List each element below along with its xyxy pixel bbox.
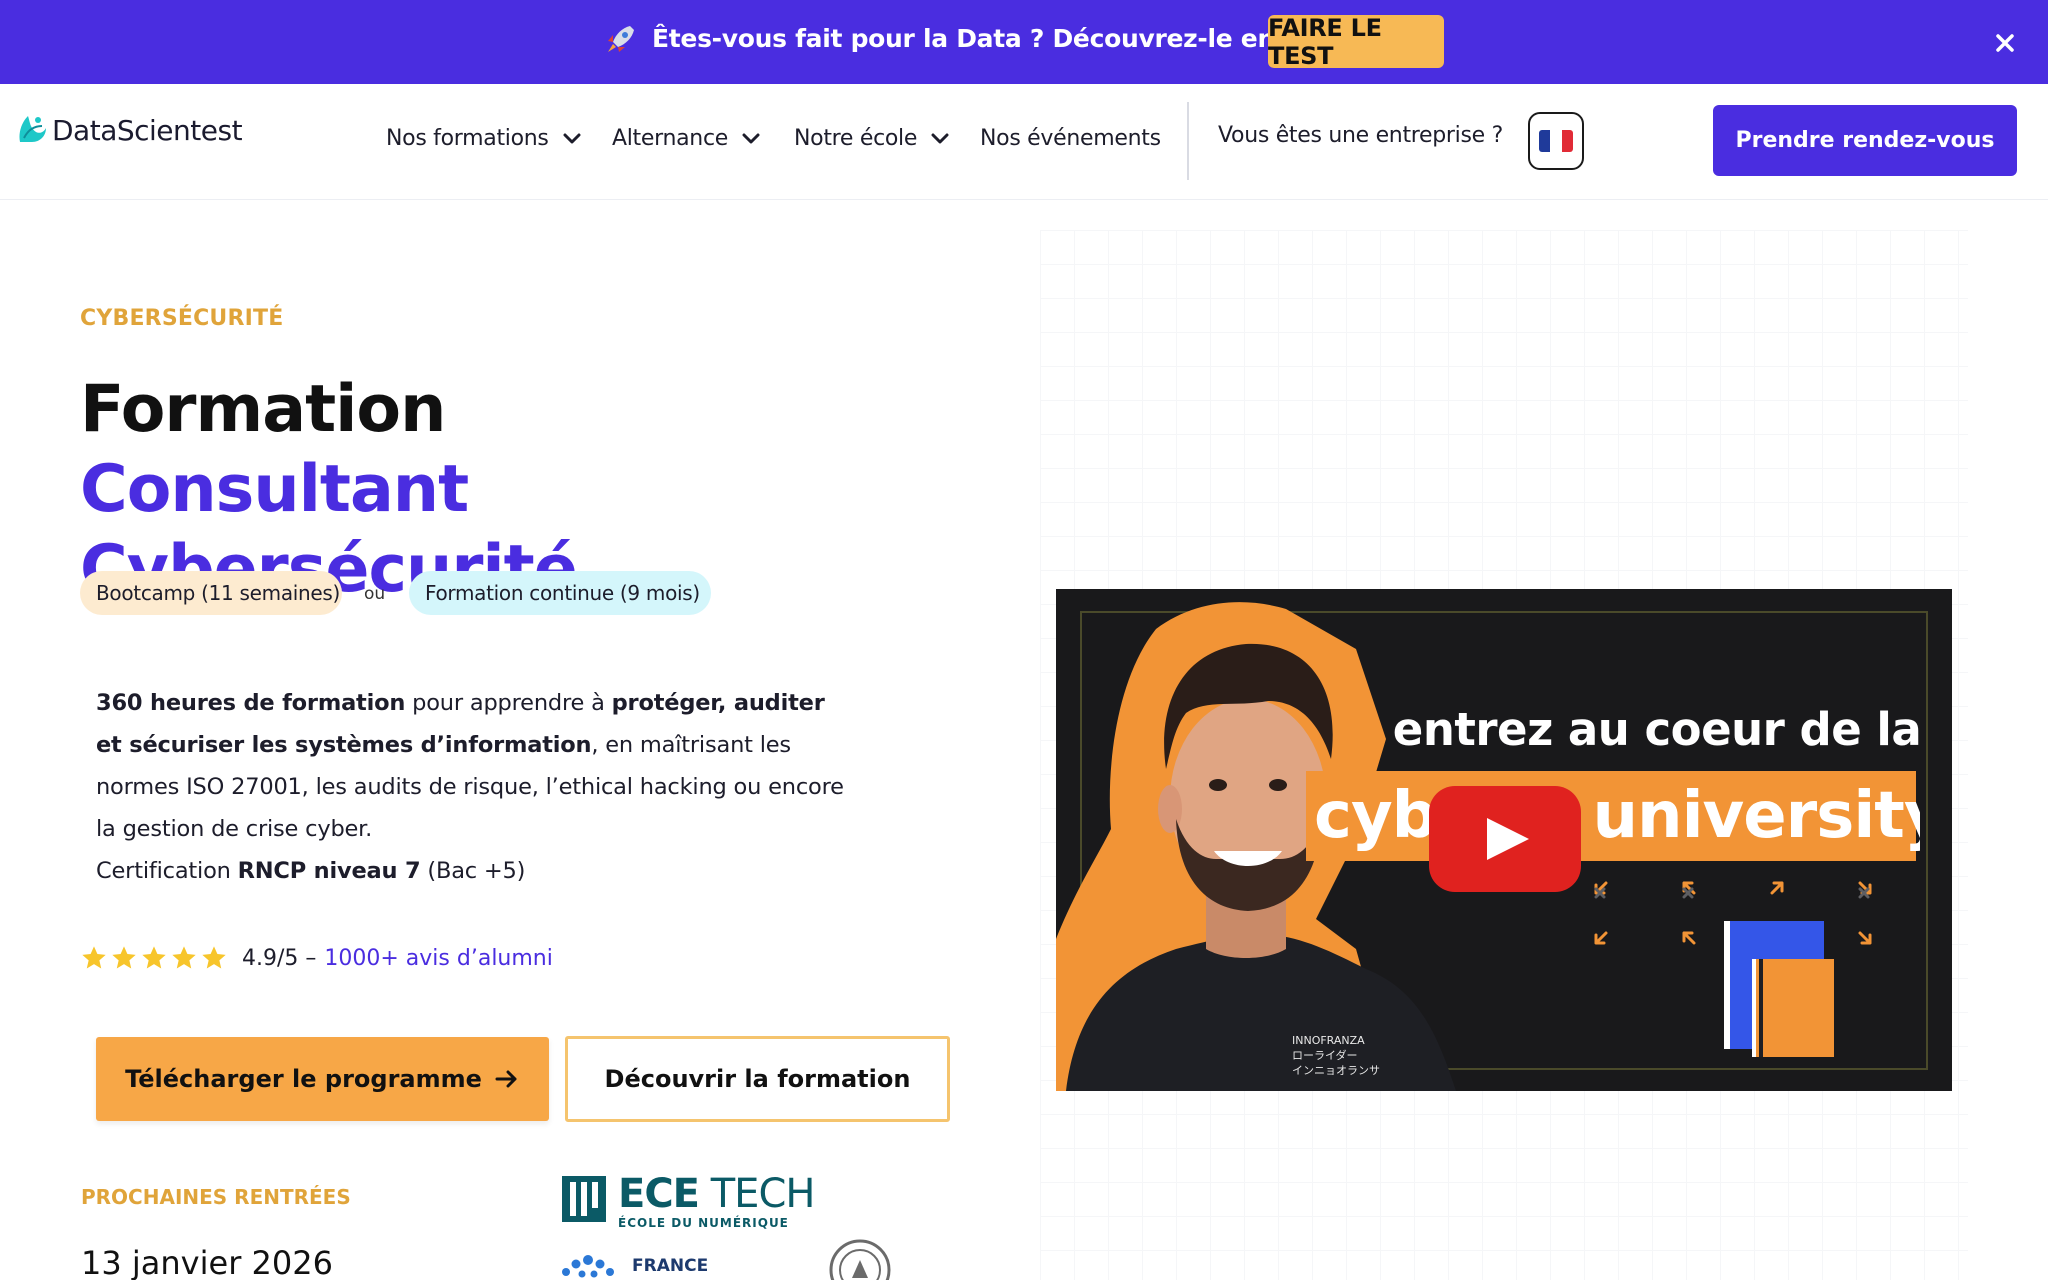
ece-logo-icon [562, 1176, 606, 1222]
nav-alternance[interactable]: Alternance [612, 126, 760, 151]
site-logo[interactable]: DataScientest [14, 110, 243, 150]
rating-row: 4.9/5 – 1000+ avis d’alumni [80, 944, 553, 972]
chevron-down-icon [563, 133, 581, 143]
svg-text:インニョオランサ: インニョオランサ [1292, 1064, 1380, 1077]
take-test-button[interactable]: FAIRE LE TEST [1268, 14, 1444, 70]
svg-text:INNOFRANZA: INNOFRANZA [1292, 1034, 1365, 1047]
star-icon [172, 946, 196, 969]
ece-subtitle: ÉCOLE DU NUMÉRIQUE [618, 1216, 789, 1230]
nav-formations[interactable]: Nos formations [386, 126, 581, 151]
certification-seal-icon [829, 1239, 891, 1280]
star-icon [82, 946, 106, 969]
nav-label: Nos événements [980, 126, 1161, 151]
bootcamp-pill: Bootcamp (11 semaines) [80, 571, 342, 615]
nav-label: Notre école [794, 126, 918, 151]
book-appointment-button[interactable]: Prendre rendez-vous [1713, 105, 2017, 176]
promo-banner: Êtes-vous fait pour la Data ? Découvrez-… [0, 0, 2048, 84]
logo-text: DataScientest [52, 113, 243, 147]
chevron-down-icon [742, 133, 760, 143]
nav-divider [1187, 102, 1189, 180]
nav-label: Alternance [612, 126, 728, 151]
desc-text: pour apprendre à [405, 690, 612, 716]
arrow-right-icon [495, 1070, 517, 1088]
download-program-button[interactable]: Télécharger le programme [96, 1037, 549, 1121]
pill-separator: ou [364, 584, 386, 604]
france-competences-logo: FRANCE [560, 1252, 708, 1280]
continuing-education-pill: Formation continue (9 mois) [409, 571, 711, 615]
title-accent: Consultant [80, 452, 469, 527]
category-eyebrow: CYBERSÉCURITÉ [80, 306, 284, 331]
nav-ecole[interactable]: Notre école [794, 126, 949, 151]
reviews-link[interactable]: 1000+ avis d’alumni [324, 946, 552, 971]
chevron-down-icon [931, 133, 949, 143]
language-selector[interactable] [1528, 112, 1584, 170]
svg-text:ローライダー: ローライダー [1292, 1048, 1358, 1062]
rating-score: 4.9/5 – [242, 945, 317, 971]
ece-tech-logo: ECE TECH ÉCOLE DU NUMÉRIQUE [560, 1171, 816, 1230]
ece-title: ECE [618, 1171, 700, 1217]
desc-bold: 360 heures de formation [96, 690, 406, 716]
rating-stars [80, 944, 230, 972]
discover-formation-button[interactable]: Découvrir la formation [565, 1036, 950, 1122]
rocket-icon [608, 26, 634, 52]
dots-logo-icon [562, 1255, 614, 1278]
video-subheadline-end: university [1592, 779, 1920, 853]
desc-text: (Bac +5) [420, 858, 526, 884]
title-part: Formation [80, 372, 446, 447]
formation-description: 360 heures de formation pour apprendre à… [96, 682, 856, 892]
download-label: Télécharger le programme [125, 1065, 482, 1093]
desc-text: Certification [96, 858, 238, 884]
french-flag-icon [1539, 130, 1573, 152]
video-player[interactable]: INNOFRANZA ローライダー インニョオランサ entrez au coe… [1056, 589, 1952, 1091]
site-header: DataScientest Nos formations Alternance … [0, 84, 2048, 200]
play-icon[interactable] [1429, 786, 1581, 892]
star-icon [112, 946, 136, 969]
close-icon[interactable] [1988, 26, 2022, 60]
entreprise-link[interactable]: Vous êtes une entreprise ? [1218, 123, 1503, 148]
next-session-date: 13 janvier 2026 [81, 1244, 333, 1280]
star-icon [142, 946, 166, 969]
desc-bold: RNCP niveau 7 [237, 858, 421, 884]
nav-label: Nos formations [386, 126, 549, 151]
promo-text: Êtes-vous fait pour la Data ? Découvrez-… [652, 24, 1361, 53]
nav-evenements[interactable]: Nos événements [980, 126, 1161, 151]
next-sessions-label: PROCHAINES RENTRÉES [81, 1185, 351, 1209]
video-headline: entrez au coeur de la [1392, 703, 1922, 756]
france-text: FRANCE [632, 1256, 709, 1276]
logo-icon [19, 116, 46, 142]
star-icon [202, 946, 226, 969]
ece-title-light: TECH [699, 1171, 816, 1217]
video-subheadline: cyb university [1314, 771, 1920, 861]
video-subheadline-start: cyb [1314, 779, 1437, 853]
